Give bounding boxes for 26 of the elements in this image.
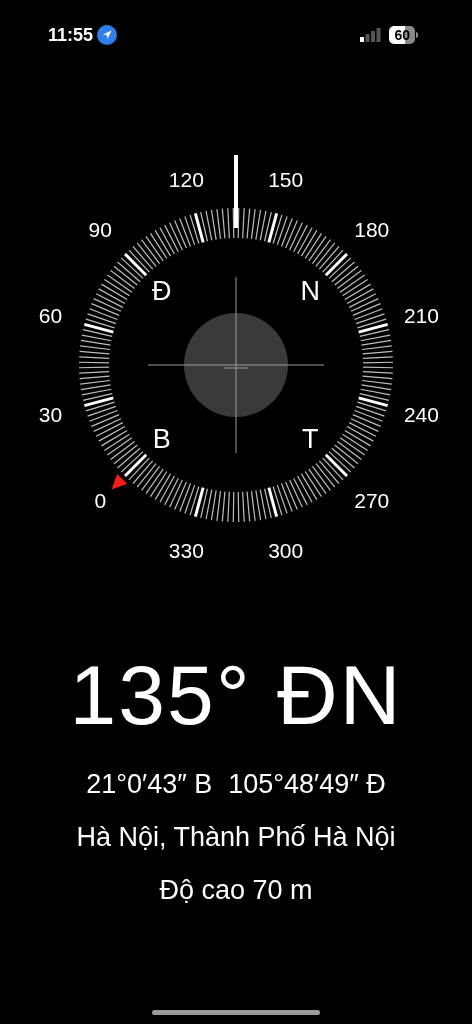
cardinal-label: Đ: [152, 275, 172, 306]
degree-label: 300: [268, 538, 304, 562]
location-text: Hà Nội, Thành Phố Hà Nội: [76, 824, 396, 851]
status-time: 11:55: [48, 23, 94, 47]
degree-label: 240: [403, 403, 439, 427]
degree-label: 330: [168, 538, 204, 562]
cardinal-label: B: [152, 424, 171, 455]
cardinal-label: N: [300, 275, 320, 306]
degree-label: 150: [268, 168, 304, 192]
degree-label: 270: [354, 489, 390, 513]
longitude-text: 105°48′49″ Đ: [228, 771, 386, 798]
signal-icon: [359, 27, 382, 43]
degree-label: 210: [403, 303, 439, 327]
degree-label: 60: [38, 303, 63, 327]
degree-label: 120: [168, 168, 204, 192]
north-marker-icon: [111, 473, 128, 490]
cardinal-label: T: [302, 424, 319, 455]
degree-label: 0: [94, 489, 107, 513]
degree-label: 90: [88, 217, 112, 241]
location-icon: [97, 25, 118, 45]
heading-readout: 135° ĐN: [69, 653, 403, 737]
latitude-text: 21°0′43″ B: [86, 771, 213, 798]
degree-label: 30: [38, 403, 63, 427]
battery-icon: 60: [389, 26, 418, 44]
altitude-text: Độ cao 70 m: [159, 877, 313, 904]
degree-label: 180: [354, 217, 390, 241]
